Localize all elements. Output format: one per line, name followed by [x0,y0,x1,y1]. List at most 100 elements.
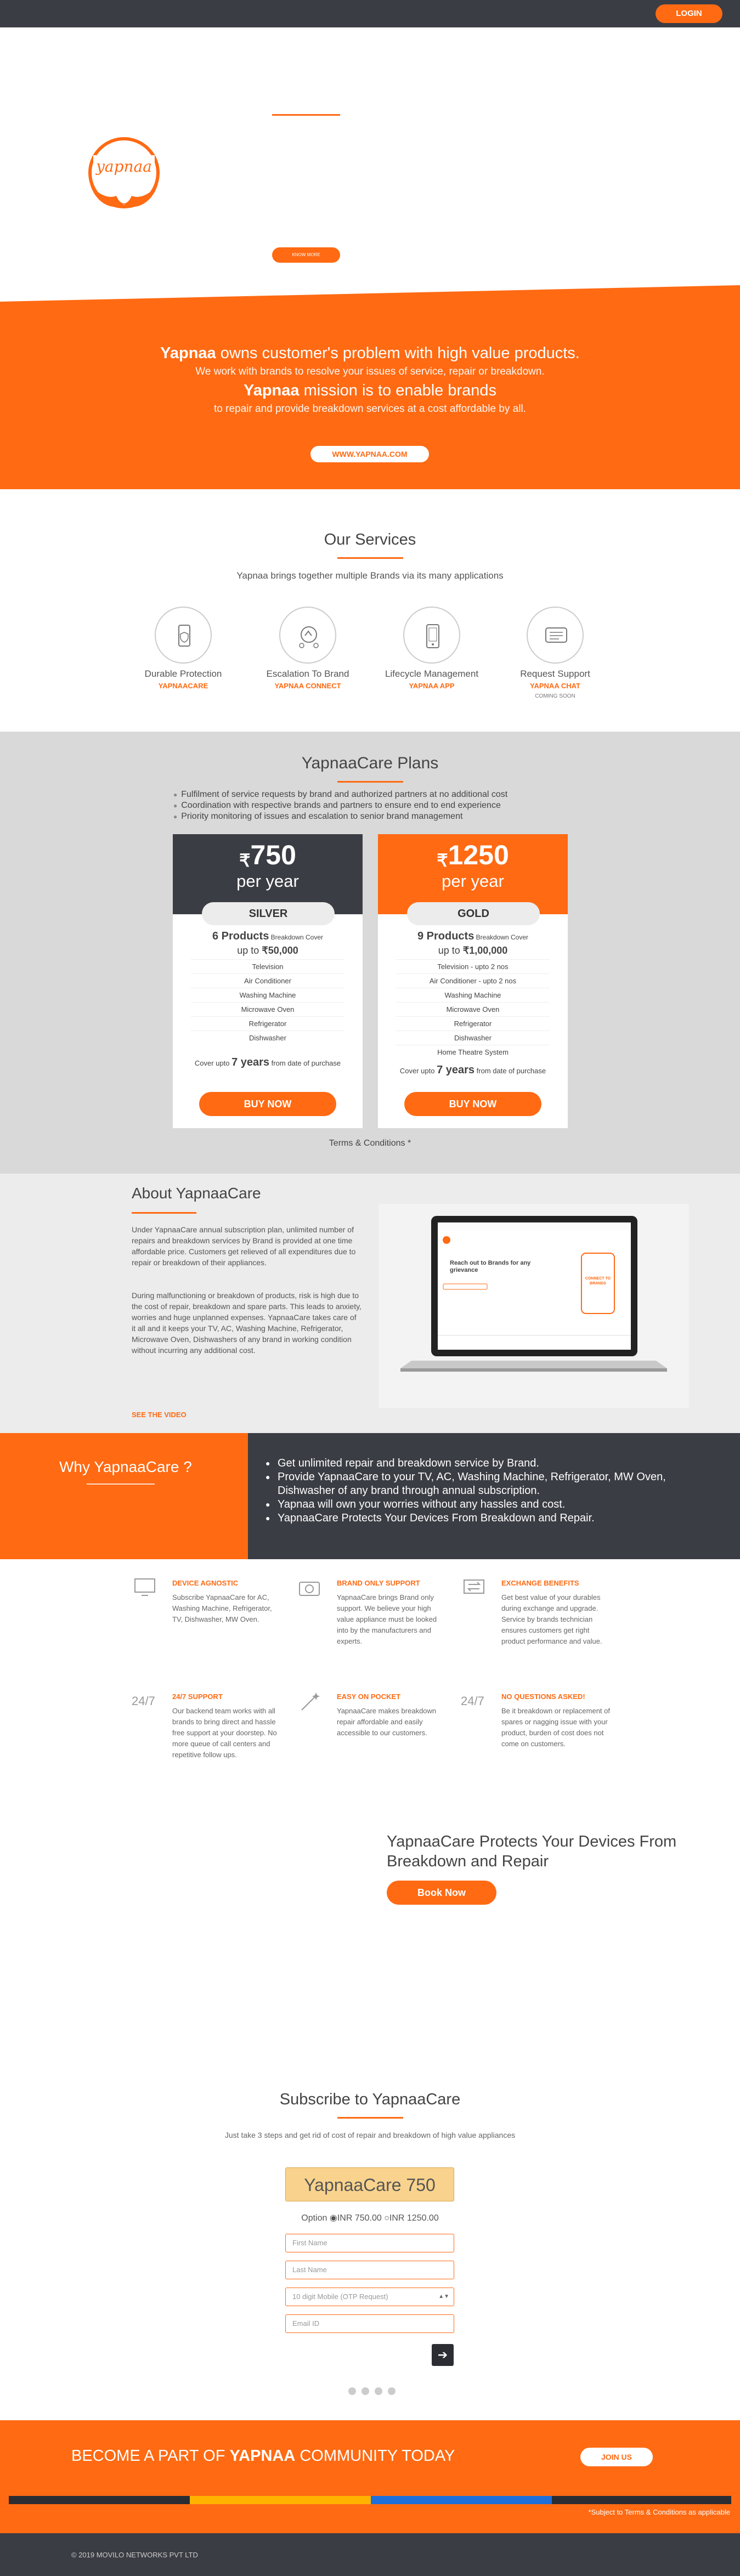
plan-item: Microwave Oven [396,1002,550,1016]
plan-products-note: Breakdown Cover [474,933,529,941]
step-indicator [348,2387,401,2398]
service-lifecycle[interactable]: Lifecycle Management YAPNAA APP [377,607,487,690]
terms-link[interactable]: Terms & Conditions * [0,1139,740,1148]
first-name-field[interactable]: First Name [285,2234,454,2252]
phone-shield-icon [155,607,212,664]
plan-upto-prefix: up to [438,945,463,956]
website-link[interactable]: WWW.YAPNAA.COM [310,446,429,462]
plan-period: per year [442,871,504,891]
plan-item: Television [191,959,344,973]
plan-badge: GOLD [407,902,540,925]
about-paragraph-1: Under YapnaaCare annual subscription pla… [132,1225,356,1267]
plan-upto-value: ₹50,000 [262,945,298,956]
service-durable-protection[interactable]: Durable Protection YAPNAACARE [128,607,238,690]
laptop-image: Reach out to Brands for any grievance CO… [379,1204,689,1408]
service-name: Request Support [520,669,590,679]
step-dot[interactable] [348,2387,356,2395]
buy-now-button-silver[interactable]: BUY NOW [199,1092,336,1116]
feature-title: EASY ON POCKET [337,1692,401,1701]
why-point: Get unlimited repair and breakdown servi… [266,1457,682,1470]
service-request-support[interactable]: Request Support YAPNAA CHAT COMING SOON [500,607,610,699]
step-dot[interactable] [388,2387,396,2395]
see-video-link[interactable]: SEE THE VIDEO [132,1411,187,1419]
book-now-button[interactable]: Book Now [387,1881,496,1905]
about-section: About YapnaaCare Under YapnaaCare annual… [0,1174,740,1433]
exchange-icon [461,1577,493,1599]
about-paragraph-2: During malfunctioning or breakdown of pr… [132,1291,361,1355]
footer: © 2019 MOVILO NETWORKS PVT LTD [0,2533,740,2576]
step-dot[interactable] [375,2387,382,2395]
why-underline [87,1484,155,1485]
service-name: Lifecycle Management [385,669,479,679]
plan-item: Dishwasher [396,1031,550,1045]
plan-item: Refrigerator [191,1016,344,1031]
no-questions-icon: 24/7 [461,1694,484,1708]
buy-now-button-gold[interactable]: BUY NOW [404,1092,541,1116]
plan-card-silver: ₹750 per year SILVER 6 Products Breakdow… [173,834,363,1128]
plan-period: per year [236,871,299,891]
plan-option-row: Option ◉INR 750.00 ○INR 1250.00 [0,2212,740,2223]
feature-desc: Our backend team works with all brands t… [172,1707,277,1759]
service-tag: YAPNAA CONNECT [274,682,341,690]
escalation-icon [279,607,336,664]
laptop-screen-heading: Reach out to Brands for any grievance [450,1260,531,1273]
feature-desc: YapnaaCare makes breakdown repair afford… [337,1707,437,1737]
yapnaa-logo: yapnaa [79,134,170,222]
cover-years: 7 years [231,1056,270,1068]
mission-brand-2: Yapnaa [243,382,300,399]
mission-band: Yapnaa owns customer's problem with high… [0,285,740,489]
why-point: YapnaaCare Protects Your Devices From Br… [266,1511,682,1525]
plan-bullet: Coordination with respective brands and … [173,800,507,811]
plan-price: 750 [250,840,296,870]
mobile-field-placeholder: 10 digit Mobile (OTP Request) [292,2292,388,2301]
plan-card-gold: ₹1250 per year GOLD 9 Products Breakdown… [378,834,568,1128]
plan-item: Microwave Oven [191,1002,344,1016]
feature-title: 24/7 SUPPORT [172,1692,223,1701]
login-button[interactable]: LOGIN [656,4,722,23]
subscribe-title: Subscribe to YapnaaCare [279,2091,461,2108]
plan-products: 9 Products [417,930,474,942]
cover-prefix: Cover upto [194,1059,232,1067]
plan-products: 6 Products [212,930,269,942]
mission-line-3: mission is to enable brands [299,382,497,399]
submit-arrow-button[interactable]: ➔ [432,2344,454,2366]
stepper-icon[interactable]: ▲▼ [438,2288,449,2306]
services-title: Our Services [324,531,416,548]
feature-desc: Be it breakdown or replacement of spares… [501,1707,610,1748]
join-us-button[interactable]: JOIN US [580,2448,653,2466]
cover-suffix: from date of purchase [474,1067,546,1075]
plan-bullet: Fulfilment of service requests by brand … [173,789,507,800]
option-750-radio[interactable]: ◉ [330,2213,337,2223]
about-title: About YapnaaCare [132,1185,261,1202]
magic-wand-icon [296,1690,328,1712]
community-title-pre: BECOME A PART OF [71,2447,230,2465]
mission-line-4: to repair and provide breakdown services… [214,403,526,415]
plan-item: Air Conditioner [191,973,344,988]
feature-title: NO QUESTIONS ASKED! [501,1692,585,1701]
plan-item: Air Conditioner - upto 2 nos [396,973,550,988]
why-panel: Why YapnaaCare ? [0,1433,248,1559]
why-point: Provide YapnaaCare to your TV, AC, Washi… [266,1470,682,1498]
color-stripe [9,2496,731,2504]
service-escalation[interactable]: Escalation To Brand YAPNAA CONNECT [253,607,363,690]
email-field[interactable]: Email ID [285,2314,454,2333]
last-name-field[interactable]: Last Name [285,2261,454,2279]
cover-years: 7 years [437,1064,475,1076]
know-more-button[interactable]: KNOW MORE [272,247,340,263]
mobile-field[interactable]: 10 digit Mobile (OTP Request) ▲▼ [285,2288,454,2306]
plans-section: YapnaaCare Plans Fulfilment of service r… [0,732,740,1174]
top-bar: LOGIN [0,0,740,27]
why-point: Yapnaa will own your worries without any… [266,1498,682,1511]
option-1250-radio[interactable]: ○ [384,2213,389,2223]
plan-item: Refrigerator [396,1016,550,1031]
plan-upto-prefix: up to [237,945,262,956]
step-dot[interactable] [361,2387,369,2395]
plan-item: Television - upto 2 nos [396,959,550,973]
option-1250-label: INR 1250.00 [389,2213,439,2223]
option-750-label: INR 750.00 [337,2213,382,2223]
plans-underline [337,781,403,783]
laptop-screen-phone-label: CONNECT TO BRANDS [585,1277,611,1286]
clock-24-7-icon: 24/7 [132,1694,155,1708]
coming-soon-note: COMING SOON [535,693,575,699]
camera-icon [296,1577,328,1599]
